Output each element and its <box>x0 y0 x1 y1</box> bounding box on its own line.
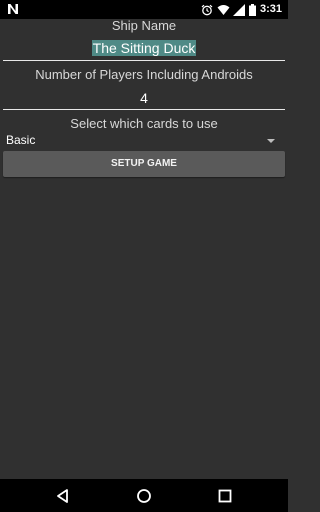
recents-icon[interactable] <box>214 485 236 507</box>
players-label: Number of Players Including Androids <box>35 67 253 82</box>
players-value: 4 <box>140 90 148 106</box>
players-underline <box>3 109 285 110</box>
battery-icon <box>248 3 256 16</box>
cards-selected-value: Basic <box>6 133 36 147</box>
ship-name-value: The Sitting Duck <box>91 40 197 56</box>
dropdown-arrow-icon <box>267 139 275 143</box>
screen: 3:31 Ship Name The Sitting Duck Number o… <box>0 0 288 512</box>
status-bar: 3:31 <box>0 0 288 19</box>
ship-name-input[interactable]: The Sitting Duck <box>3 40 285 56</box>
signal-icon <box>232 3 245 16</box>
alarm-icon <box>201 4 213 16</box>
notification-n-icon <box>6 2 20 16</box>
cards-dropdown[interactable]: Basic <box>0 130 288 150</box>
back-icon[interactable] <box>52 485 74 507</box>
home-icon[interactable] <box>133 485 155 507</box>
status-time: 3:31 <box>259 3 282 15</box>
nav-bar <box>0 479 288 512</box>
players-input[interactable]: 4 <box>3 90 285 106</box>
ship-name-underline <box>3 60 285 61</box>
setup-game-button[interactable]: SETUP GAME <box>3 151 285 177</box>
wifi-icon <box>217 4 230 16</box>
ship-name-label: Ship Name <box>111 18 177 33</box>
cards-label: Select which cards to use <box>70 116 218 131</box>
status-icons: 3:31 <box>201 2 282 17</box>
